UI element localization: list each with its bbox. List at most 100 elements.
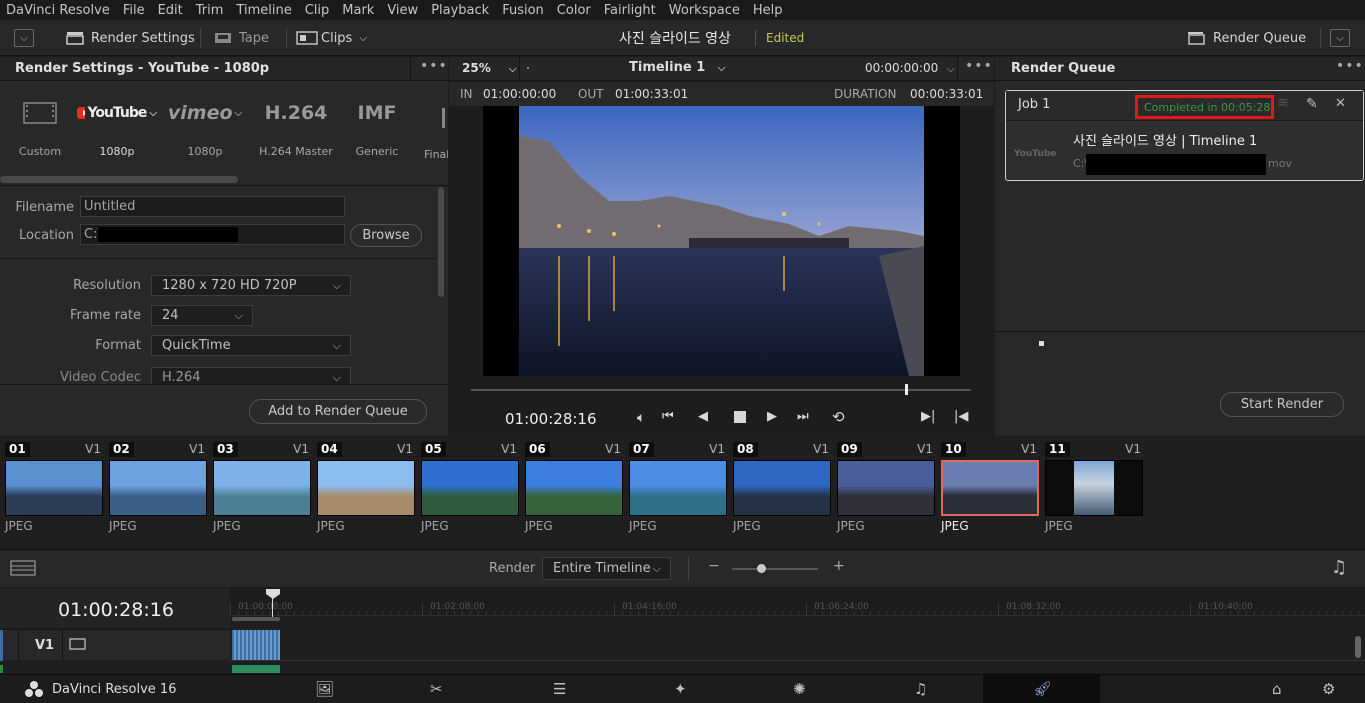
timeline-ruler[interactable]: 01:00:00:00 01:02:08:00 01:04:16:00 01:06:2… (230, 588, 1365, 616)
video-frame[interactable] (483, 106, 960, 376)
clip-track: V1 (813, 442, 829, 456)
cut-page-icon[interactable]: ✂︎ (430, 680, 443, 698)
zoom-in-icon[interactable]: + (833, 558, 845, 574)
filename-input[interactable]: Untitled (80, 196, 345, 217)
audio-clip[interactable] (232, 665, 280, 673)
menu-item-timeline[interactable]: Timeline (236, 3, 291, 18)
clip-thumbnail[interactable]: 07 V1 JPEG (629, 440, 727, 533)
clip-thumbnail[interactable]: 03 V1 JPEG (213, 440, 311, 533)
prev-clip-icon[interactable]: |◀︎ (954, 409, 968, 424)
out-value[interactable]: 01:00:33:01 (615, 87, 688, 101)
render-settings-button[interactable]: Render Settings (66, 27, 195, 49)
settings-scrollbar[interactable] (438, 187, 444, 297)
go-to-start-icon[interactable]: ⏮︎ (662, 409, 674, 424)
color-page-icon[interactable]: ✺ (793, 680, 806, 698)
clip-thumbnail[interactable]: 08 V1 JPEG (733, 440, 831, 533)
timeline-scrollbar[interactable] (1355, 636, 1361, 658)
preset-imf[interactable]: IMF Generic (337, 96, 417, 158)
scrub-bar[interactable] (471, 389, 971, 391)
resolution-select[interactable]: 1280 x 720 HD 720P ⌵ (151, 275, 351, 296)
more-options-icon[interactable]: ••• (965, 58, 993, 74)
menu-item-help[interactable]: Help (753, 3, 783, 18)
next-clip-icon[interactable]: ▶︎| (921, 409, 935, 424)
browse-button[interactable]: Browse (350, 224, 422, 247)
clip-thumbnail[interactable]: 01 V1 JPEG (5, 440, 103, 533)
more-options-icon[interactable]: ••• (1336, 58, 1364, 74)
audio-icon[interactable]: 🔈︎ (637, 410, 645, 426)
start-render-button[interactable]: Start Render (1220, 392, 1344, 417)
codec-select[interactable]: H.264 ⌵ (151, 367, 351, 384)
preset-scrollbar[interactable] (0, 176, 238, 183)
timeline-view-icon[interactable] (10, 560, 36, 579)
panel-toggle-icon[interactable]: ⌵ (14, 29, 34, 47)
render-job-card[interactable]: Job 1 Completed in 00:05:28 ≋ ✎ ✕ YouTub… (1005, 90, 1364, 181)
menu-item-mark[interactable]: Mark (342, 3, 374, 18)
deliver-page-tab[interactable]: 🚀︎ (983, 675, 1100, 703)
zoom-out-icon[interactable]: − (708, 558, 720, 574)
preset-vimeo[interactable]: vimeo ⌵ 1080p (165, 96, 245, 158)
more-options-icon[interactable]: ••• (420, 58, 448, 74)
media-page-icon[interactable]: 🖼︎ (315, 680, 334, 698)
clip-thumbnail[interactable]: 06 V1 JPEG (525, 440, 623, 533)
menu-item-edit[interactable]: Edit (158, 3, 183, 18)
go-to-end-icon[interactable]: ⏭︎ (797, 409, 809, 424)
menu-item-view[interactable]: View (387, 3, 418, 18)
preset-h264[interactable]: H.264 H.264 Master (256, 96, 336, 158)
location-input[interactable]: C:\ (80, 224, 345, 245)
loop-icon[interactable]: ⟲ (832, 408, 845, 426)
ruler-tick (1086, 611, 1087, 615)
clip-thumbnail[interactable]: 02 V1 JPEG (109, 440, 207, 533)
clip-thumbnail[interactable]: 09 V1 JPEG (837, 440, 935, 533)
fairlight-page-icon[interactable]: ♫ (914, 680, 927, 698)
clip-thumbnail[interactable]: 05 V1 JPEG (421, 440, 519, 533)
v1-clips[interactable] (232, 630, 280, 660)
zoom-slider-handle[interactable] (757, 564, 766, 573)
ruler-tick (766, 611, 767, 615)
remote-render-icon[interactable]: ≋ (1277, 95, 1289, 111)
render-range-select[interactable]: Entire Timeline ⌵ (542, 557, 671, 580)
tape-button[interactable]: Tape (214, 27, 269, 49)
menu-item-trim[interactable]: Trim (196, 3, 224, 18)
menu-item-workspace[interactable]: Workspace (669, 3, 740, 18)
preset-final[interactable]: Final (424, 96, 448, 176)
in-value[interactable]: 01:00:00:00 (483, 87, 556, 101)
stop-icon[interactable] (734, 411, 746, 423)
timecode-select[interactable]: 00:00:00:00 ⌵ (865, 61, 955, 75)
panel-toggle-right-icon[interactable]: ⌵ (1330, 29, 1350, 47)
close-icon[interactable]: ✕ (1335, 96, 1346, 111)
menu-item-file[interactable]: File (123, 3, 145, 18)
preset-custom[interactable]: Custom (0, 96, 80, 158)
clips-button[interactable]: Clips ⌵ (296, 27, 367, 49)
format-select[interactable]: QuickTime ⌵ (151, 335, 351, 356)
clip-thumbnail[interactable]: 10 V1 JPEG (941, 440, 1039, 533)
edit-pencil-icon[interactable]: ✎ (1306, 96, 1318, 112)
timeline-select[interactable]: Timeline 1 ⌵ (629, 60, 725, 75)
add-to-render-queue-button[interactable]: Add to Render Queue (249, 399, 427, 424)
menu-item-color[interactable]: Color (557, 3, 591, 18)
fusion-page-icon[interactable]: ✦ (674, 680, 687, 698)
zoom-slider[interactable] (732, 568, 818, 570)
redacted-block (1086, 154, 1266, 175)
menu-item-fusion[interactable]: Fusion (502, 3, 544, 18)
clip-thumbnail[interactable]: 11 V1 JPEG (1045, 440, 1143, 533)
menu-item-davinci-resolve[interactable]: DaVinci Resolve (6, 3, 110, 18)
preset-youtube[interactable]: YouTube ⌵ 1080p (77, 96, 157, 158)
render-queue-button[interactable]: Render Queue (1187, 27, 1306, 49)
edit-page-icon[interactable]: ☰ (553, 680, 566, 698)
home-icon[interactable]: ⌂ (1272, 680, 1282, 698)
menu-item-playback[interactable]: Playback (431, 3, 489, 18)
play-icon[interactable]: ▶︎ (767, 409, 777, 424)
job-name: Job 1 (1018, 97, 1051, 112)
ruler-tick (630, 611, 631, 615)
music-note-icon[interactable]: ♫ (1331, 557, 1347, 578)
imf-icon: IMF (357, 102, 397, 124)
reverse-play-icon[interactable]: ◀︎ (698, 409, 708, 424)
framerate-select[interactable]: 24 ⌵ (151, 305, 253, 326)
menu-item-fairlight[interactable]: Fairlight (604, 3, 656, 18)
zoom-select[interactable]: 25% ⌵ (462, 61, 517, 75)
gear-icon[interactable]: ⚙︎ (1322, 680, 1335, 698)
scrub-playhead[interactable] (905, 384, 908, 395)
video-track-icon[interactable] (69, 638, 86, 653)
clip-thumbnail[interactable]: 04 V1 JPEG (317, 440, 415, 533)
menu-item-clip[interactable]: Clip (305, 3, 330, 18)
